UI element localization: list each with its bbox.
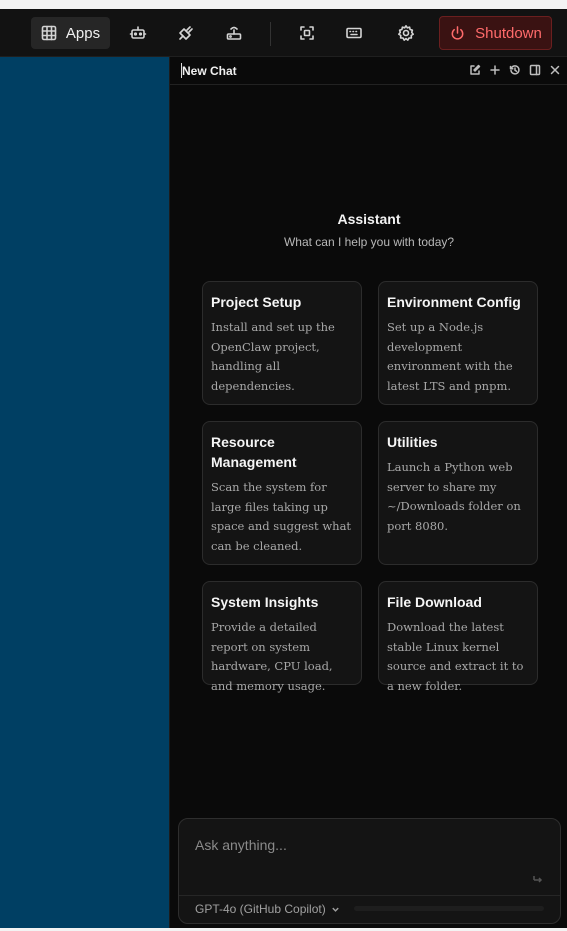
plug-button[interactable] xyxy=(172,17,200,49)
chat-input-box: GPT-4o (GitHub Copilot) xyxy=(178,818,561,924)
card-title: Resource Management xyxy=(211,434,297,470)
suggestion-card-system-insights[interactable]: System Insights Provide a detailed repor… xyxy=(202,581,362,693)
chat-header: New Chat xyxy=(170,57,567,85)
suggestion-card-utilities[interactable]: Utilities Launch a Python web server to … xyxy=(378,421,538,565)
desktop-pane[interactable] xyxy=(0,57,169,928)
model-selector[interactable]: GPT-4o (GitHub Copilot) xyxy=(195,902,340,916)
apps-label: Apps xyxy=(65,24,101,42)
router-button[interactable] xyxy=(220,17,248,49)
grid-icon xyxy=(41,25,57,41)
footer-bar xyxy=(354,906,544,911)
card-description: Download the latest stable Linux kernel … xyxy=(387,620,524,693)
keyboard-button[interactable] xyxy=(340,17,368,49)
send-icon[interactable] xyxy=(532,871,546,885)
chat-header-actions xyxy=(468,63,562,77)
top-strip xyxy=(0,0,567,9)
plug-icon xyxy=(179,26,193,40)
card-title: System Insights xyxy=(211,594,319,610)
panel-icon[interactable] xyxy=(528,63,542,77)
card-description: Launch a Python web server to share my ~… xyxy=(387,460,521,533)
card-description: Set up a Node.js development environment… xyxy=(387,320,513,393)
screenshot-icon xyxy=(300,26,314,40)
card-description: Provide a detailed report on system hard… xyxy=(211,620,333,693)
card-description: Scan the system for large files taking u… xyxy=(211,480,352,553)
history-icon[interactable] xyxy=(508,63,522,77)
toolbar-divider xyxy=(270,22,271,46)
chat-panel: New Chat Assistant What can I help you w… xyxy=(169,57,567,928)
power-icon xyxy=(451,25,464,40)
suggestion-card-project-setup[interactable]: Project Setup Install and set up the Ope… xyxy=(202,281,362,405)
input-divider xyxy=(179,895,560,896)
chevron-down-icon xyxy=(332,907,339,912)
shutdown-label: Shutdown xyxy=(475,24,542,42)
suggestion-card-environment-config[interactable]: Environment Config Set up a Node.js deve… xyxy=(378,281,538,405)
top-toolbar: Apps Shutdown xyxy=(0,9,567,57)
card-description: Install and set up the OpenClaw project,… xyxy=(211,320,335,393)
card-title: Environment Config xyxy=(387,294,521,310)
card-title: Utilities xyxy=(387,434,438,450)
close-icon[interactable] xyxy=(548,63,562,77)
model-label: GPT-4o (GitHub Copilot) xyxy=(195,902,326,916)
robot-icon xyxy=(129,26,147,39)
assistant-subtitle: What can I help you with today? xyxy=(283,235,455,249)
suggestion-card-file-download[interactable]: File Download Download the latest stable… xyxy=(378,581,538,693)
assistant-title: Assistant xyxy=(337,211,401,227)
card-title: File Download xyxy=(387,594,482,610)
gear-icon xyxy=(398,25,414,41)
shutdown-button[interactable]: Shutdown xyxy=(439,16,552,50)
robot-button[interactable] xyxy=(124,17,152,49)
screenshot-button[interactable] xyxy=(293,17,321,49)
plus-icon[interactable] xyxy=(488,63,502,77)
suggestion-card-resource-management[interactable]: Resource Management Scan the system for … xyxy=(202,421,362,565)
edit-icon[interactable] xyxy=(468,63,482,77)
keyboard-icon xyxy=(346,27,362,39)
settings-button[interactable] xyxy=(392,17,420,49)
router-icon xyxy=(226,26,242,40)
apps-button[interactable]: Apps xyxy=(31,17,110,49)
chat-input[interactable] xyxy=(195,837,535,853)
card-title: Project Setup xyxy=(211,294,302,310)
chat-title[interactable]: New Chat xyxy=(181,63,237,78)
